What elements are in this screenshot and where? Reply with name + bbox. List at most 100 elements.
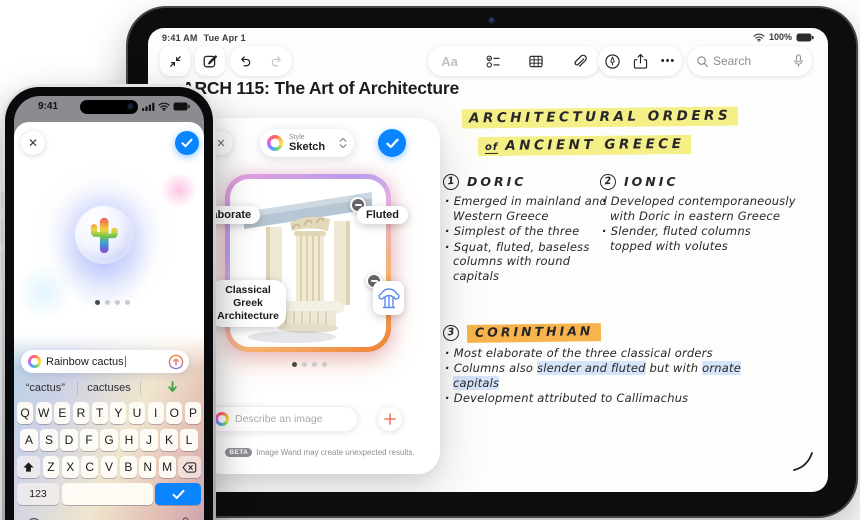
key-n[interactable]: N bbox=[139, 456, 156, 478]
key-h[interactable]: H bbox=[120, 429, 138, 451]
section-name: IONIC bbox=[624, 175, 679, 190]
suggestion-quoted[interactable]: “cactus” bbox=[14, 381, 78, 395]
key-t[interactable]: T bbox=[92, 402, 108, 424]
volume-up-button bbox=[1, 220, 4, 246]
attachment-button[interactable] bbox=[564, 46, 594, 76]
key-e[interactable]: E bbox=[54, 402, 70, 424]
submit-button[interactable] bbox=[168, 354, 184, 370]
share-button[interactable] bbox=[626, 46, 654, 76]
numbers-key[interactable]: 123 bbox=[17, 483, 59, 505]
note-bullet: · Squat, fluted, baseless columns with r… bbox=[443, 240, 611, 284]
key-g[interactable]: G bbox=[100, 429, 118, 451]
note-bullet: · Most elaborate of the three classical … bbox=[443, 346, 788, 361]
describe-image-placeholder: Describe an image bbox=[235, 413, 323, 425]
checkmark-icon bbox=[181, 138, 193, 148]
table-button[interactable] bbox=[521, 46, 551, 76]
action-button bbox=[1, 192, 4, 208]
note-title: ARCH 115: The Art of Architecture bbox=[182, 78, 459, 99]
tag-fluted[interactable]: Fluted bbox=[357, 206, 408, 224]
key-r[interactable]: R bbox=[73, 402, 89, 424]
note-bullet: · Simplest of the three bbox=[443, 224, 611, 239]
style-picker[interactable]: Style Sketch bbox=[260, 129, 354, 157]
key-s[interactable]: S bbox=[40, 429, 58, 451]
volume-down-button bbox=[1, 252, 4, 278]
key-j[interactable]: J bbox=[140, 429, 158, 451]
tag-classical-greek-architecture[interactable]: Classical Greek Architecture bbox=[210, 280, 286, 327]
key-x[interactable]: X bbox=[62, 456, 79, 478]
search-placeholder: Search bbox=[713, 54, 789, 68]
key-f[interactable]: F bbox=[80, 429, 98, 451]
key-d[interactable]: D bbox=[60, 429, 78, 451]
more-button[interactable]: ••• bbox=[654, 46, 682, 76]
undo-button[interactable] bbox=[231, 46, 261, 76]
apple-intelligence-icon bbox=[267, 135, 283, 151]
source-sketch-thumbnail[interactable] bbox=[373, 281, 404, 315]
marketing-composite: 9:41 AMTue Apr 1 100% bbox=[0, 0, 860, 520]
key-b[interactable]: B bbox=[120, 456, 137, 478]
style-value: Sketch bbox=[289, 142, 333, 153]
page-curl-indicator[interactable] bbox=[792, 450, 814, 472]
key-i[interactable]: I bbox=[148, 402, 164, 424]
ipad-status-bar: 9:41 AMTue Apr 1 100% bbox=[148, 28, 828, 44]
text-format-button[interactable]: Aa bbox=[435, 46, 465, 76]
space-key[interactable] bbox=[62, 483, 153, 505]
suggestion-insert[interactable] bbox=[141, 381, 204, 395]
key-v[interactable]: V bbox=[101, 456, 118, 478]
note-bullet: · Development attributed to Callimachus bbox=[443, 391, 788, 406]
markup-button[interactable] bbox=[598, 46, 626, 76]
key-k[interactable]: K bbox=[160, 429, 178, 451]
genmoji-pagination-dots[interactable] bbox=[95, 300, 130, 305]
note-bullet: · Developed contemporaneously with Doric… bbox=[600, 194, 796, 223]
image-wand-sheet: ✕ Style Sketch bbox=[200, 118, 440, 474]
key-c[interactable]: C bbox=[81, 456, 98, 478]
beta-disclaimer-text: Image Wand may create unexpected results… bbox=[256, 448, 414, 457]
iphone-device: 9:41 ✕ bbox=[2, 84, 216, 520]
backspace-key[interactable] bbox=[178, 456, 201, 478]
note-bullet: · Slender, fluted columns topped with vo… bbox=[600, 224, 796, 253]
suggestion-cactuses[interactable]: cactuses bbox=[78, 381, 142, 395]
battery-icon bbox=[796, 33, 814, 42]
backspace-icon bbox=[182, 462, 197, 473]
section-number: 2 bbox=[599, 173, 617, 191]
keyboard: QWERTYUIOP ASDFGHJKL ZXCVBNM bbox=[17, 402, 201, 510]
suggestion-bar: “cactus” cactuses bbox=[14, 378, 204, 398]
apple-intelligence-icon bbox=[28, 355, 41, 368]
share-icon bbox=[633, 53, 648, 70]
exit-fullscreen-button[interactable] bbox=[160, 46, 190, 76]
key-w[interactable]: W bbox=[36, 402, 52, 424]
search-field[interactable]: Search bbox=[688, 46, 812, 76]
green-down-arrow-icon bbox=[168, 381, 177, 393]
confirm-button[interactable] bbox=[378, 129, 406, 157]
describe-image-input[interactable]: Describe an image bbox=[206, 406, 358, 432]
key-o[interactable]: O bbox=[166, 402, 182, 424]
confirm-key[interactable] bbox=[155, 483, 201, 505]
key-z[interactable]: Z bbox=[43, 456, 60, 478]
prompt-input[interactable]: Rainbow cactus bbox=[21, 350, 189, 373]
battery-icon bbox=[173, 102, 190, 111]
shift-icon bbox=[22, 461, 35, 474]
key-u[interactable]: U bbox=[129, 402, 145, 424]
iphone-status-time: 9:41 bbox=[38, 101, 58, 112]
confirm-button[interactable] bbox=[175, 131, 199, 155]
note-section-ionic: 2 IONIC · Developed contemporaneously wit… bbox=[600, 174, 796, 254]
compose-button[interactable] bbox=[195, 46, 225, 76]
redo-button[interactable] bbox=[262, 46, 292, 76]
undo-icon bbox=[238, 54, 253, 68]
dynamic-island bbox=[80, 100, 138, 114]
beta-disclaimer: BETA Image Wand may create unexpected re… bbox=[200, 448, 440, 457]
key-y[interactable]: Y bbox=[110, 402, 126, 424]
key-m[interactable]: M bbox=[159, 456, 176, 478]
key-q[interactable]: Q bbox=[17, 402, 33, 424]
iphone-bezel: 9:41 ✕ bbox=[5, 87, 213, 520]
shift-key[interactable] bbox=[17, 456, 40, 478]
checklist-button[interactable] bbox=[478, 46, 508, 76]
image-pagination-dots[interactable] bbox=[292, 362, 327, 367]
key-a[interactable]: A bbox=[20, 429, 38, 451]
dictation-mic-icon[interactable] bbox=[793, 54, 804, 68]
search-icon bbox=[696, 55, 709, 68]
section-name: CORINTHIAN bbox=[467, 323, 602, 342]
key-l[interactable]: L bbox=[180, 429, 198, 451]
close-button[interactable]: ✕ bbox=[21, 131, 45, 155]
add-prompt-button[interactable] bbox=[378, 407, 402, 431]
key-p[interactable]: P bbox=[185, 402, 201, 424]
